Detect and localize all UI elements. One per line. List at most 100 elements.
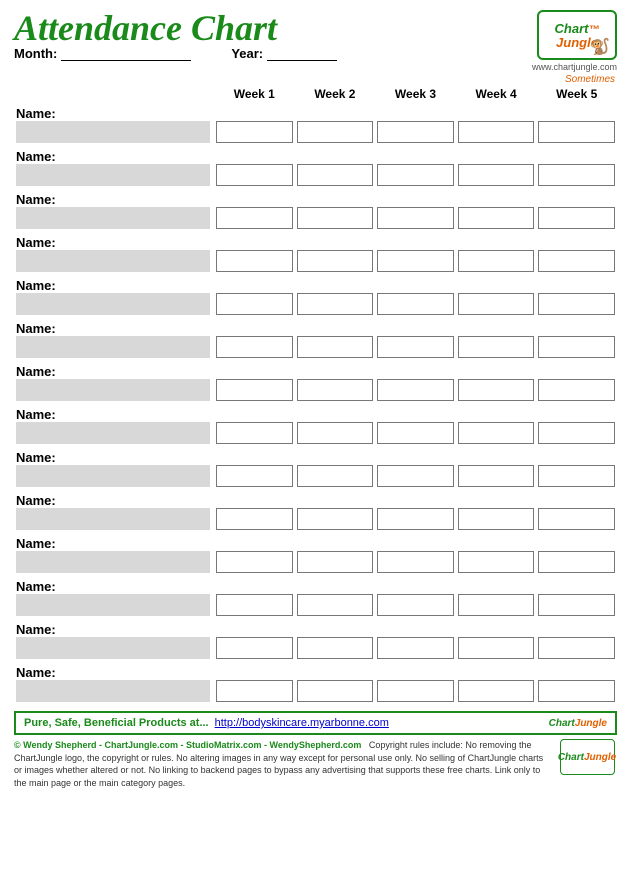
name-bg-7[interactable] [14,422,214,447]
week-box-row9-week1[interactable] [295,508,376,533]
week-box-row4-week2[interactable] [375,293,456,318]
week-box-row0-week0[interactable] [214,121,295,146]
name-bg-6[interactable] [14,379,214,404]
name-bg-10[interactable] [14,551,214,576]
banner-link[interactable]: http://bodyskincare.myarbonne.com [215,717,389,729]
week-box-row8-week1[interactable] [295,465,376,490]
week-box-row6-week0[interactable] [214,379,295,404]
week-label-spacer-4-0 [214,275,295,293]
week-box-row2-week0[interactable] [214,207,295,232]
name-bg-5[interactable] [14,336,214,361]
box-row-3 [14,250,617,275]
week-box-row0-week4[interactable] [536,121,617,146]
week-box-row7-week0[interactable] [214,422,295,447]
week-box-row3-week2[interactable] [375,250,456,275]
week-box-row0-week2[interactable] [375,121,456,146]
week-box-row5-week1[interactable] [295,336,376,361]
week-box-row13-week2[interactable] [375,680,456,705]
week-box-row9-week2[interactable] [375,508,456,533]
week-box-row11-week1[interactable] [295,594,376,619]
week-box-row7-week4[interactable] [536,422,617,447]
name-bg-1[interactable] [14,164,214,189]
bottom-banner: Pure, Safe, Beneficial Products at... ht… [14,711,617,735]
week-box-row6-week2[interactable] [375,379,456,404]
week-box-row5-week2[interactable] [375,336,456,361]
week-label-spacer-8-2 [375,447,456,465]
week-label-spacer-4-1 [295,275,376,293]
week-box-row2-week1[interactable] [295,207,376,232]
week-box-row5-week0[interactable] [214,336,295,361]
week-box-row9-week0[interactable] [214,508,295,533]
name-bg-4[interactable] [14,293,214,318]
name-bg-12[interactable] [14,637,214,662]
week-box-row2-week3[interactable] [456,207,537,232]
week-box-row8-week3[interactable] [456,465,537,490]
week-box-row12-week1[interactable] [295,637,376,662]
week-label-spacer-12-0 [214,619,295,637]
week-box-row11-week2[interactable] [375,594,456,619]
week-box-row1-week0[interactable] [214,164,295,189]
name-bg-11[interactable] [14,594,214,619]
week-label-spacer-7-3 [456,404,537,422]
week-box-row3-week3[interactable] [456,250,537,275]
week-box-row12-week2[interactable] [375,637,456,662]
week-label-spacer-12-2 [375,619,456,637]
week-box-row7-week3[interactable] [456,422,537,447]
month-field[interactable] [61,47,191,61]
week-box-row9-week4[interactable] [536,508,617,533]
week-box-row3-week0[interactable] [214,250,295,275]
week-box-row7-week1[interactable] [295,422,376,447]
week-box-row1-week4[interactable] [536,164,617,189]
year-field[interactable] [267,47,337,61]
week-box-row8-week2[interactable] [375,465,456,490]
name-bg-2[interactable] [14,207,214,232]
name-bg-3[interactable] [14,250,214,275]
week-box-row13-week0[interactable] [214,680,295,705]
week-box-row1-week3[interactable] [456,164,537,189]
box-row-2 [14,207,617,232]
week-box-row7-week2[interactable] [375,422,456,447]
week-label-spacer-5-0 [214,318,295,336]
name-bg-0[interactable] [14,121,214,146]
week-box-row0-week3[interactable] [456,121,537,146]
week-box-row8-week4[interactable] [536,465,617,490]
week-label-spacer-10-1 [295,533,376,551]
week-box-row4-week3[interactable] [456,293,537,318]
week-box-row10-week4[interactable] [536,551,617,576]
week-box-row6-week1[interactable] [295,379,376,404]
week-box-row1-week1[interactable] [295,164,376,189]
week-box-row10-week0[interactable] [214,551,295,576]
week-box-row5-week4[interactable] [536,336,617,361]
week-box-row6-week4[interactable] [536,379,617,404]
week-box-row12-week4[interactable] [536,637,617,662]
week-box-row13-week3[interactable] [456,680,537,705]
week-box-row12-week3[interactable] [456,637,537,662]
week-box-row8-week0[interactable] [214,465,295,490]
week-box-row5-week3[interactable] [456,336,537,361]
week-box-row1-week2[interactable] [375,164,456,189]
week-box-row4-week4[interactable] [536,293,617,318]
week-box-row3-week1[interactable] [295,250,376,275]
week-box-row13-week1[interactable] [295,680,376,705]
week-box-row4-week1[interactable] [295,293,376,318]
week-box-row0-week1[interactable] [295,121,376,146]
week-label-spacer-11-4 [536,576,617,594]
week-box-row9-week3[interactable] [456,508,537,533]
week-box-row11-week4[interactable] [536,594,617,619]
week-box-row11-week0[interactable] [214,594,295,619]
week-box-row2-week2[interactable] [375,207,456,232]
footer-logo: Chart Jungle [557,739,617,775]
week-box-row12-week0[interactable] [214,637,295,662]
week-box-row10-week3[interactable] [456,551,537,576]
week-box-row10-week1[interactable] [295,551,376,576]
week-box-row2-week4[interactable] [536,207,617,232]
week-box-row6-week3[interactable] [456,379,537,404]
week-box-row11-week3[interactable] [456,594,537,619]
name-bg-8[interactable] [14,465,214,490]
week-box-row4-week0[interactable] [214,293,295,318]
name-bg-13[interactable] [14,680,214,705]
week-box-row13-week4[interactable] [536,680,617,705]
week-box-row3-week4[interactable] [536,250,617,275]
name-bg-9[interactable] [14,508,214,533]
week-box-row10-week2[interactable] [375,551,456,576]
